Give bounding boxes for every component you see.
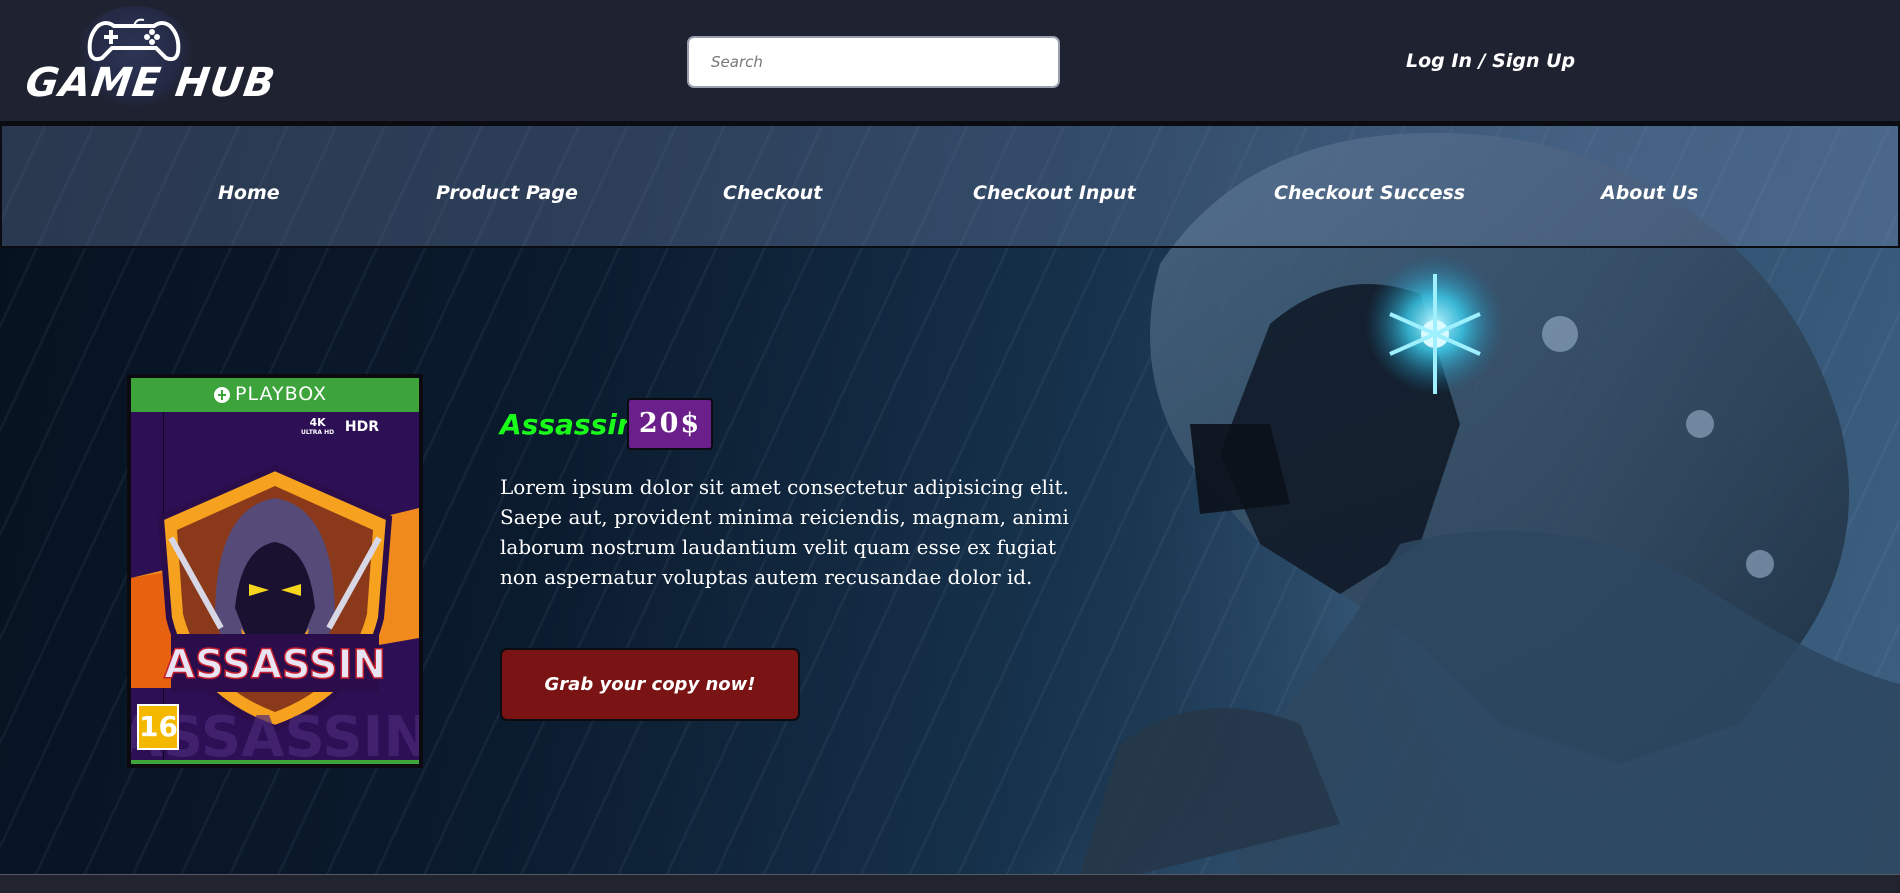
logo-text: GAME HUB bbox=[22, 60, 279, 106]
site-logo[interactable]: GAME HUB bbox=[23, 6, 279, 106]
cover-platform-name: PLAYBOX bbox=[235, 383, 328, 405]
cover-4k-badge: 4K ULTRA HD bbox=[301, 417, 335, 438]
site-header: GAME HUB Log In / Sign Up bbox=[0, 0, 1900, 124]
nav-item-home[interactable]: Home bbox=[218, 182, 280, 204]
price-badge: 20$ bbox=[627, 398, 713, 450]
age-rating-badge: 16 bbox=[137, 704, 179, 750]
nav-item-product-page[interactable]: Product Page bbox=[436, 182, 578, 204]
cover-4k-sub: ULTRA HD bbox=[301, 429, 335, 436]
cover-platform-bar: PLAYBOX bbox=[131, 378, 419, 412]
gamepad-icon bbox=[87, 18, 181, 62]
product-title: Assassin bbox=[500, 408, 637, 441]
playbox-logo-icon bbox=[214, 387, 230, 403]
login-signup-link[interactable]: Log In / Sign Up bbox=[1406, 50, 1575, 72]
product-description: Lorem ipsum dolor sit amet consectetur a… bbox=[500, 475, 1069, 589]
cover-art-title: ASSASSIN bbox=[164, 642, 386, 688]
grab-copy-button[interactable]: Grab your copy now! bbox=[500, 648, 800, 721]
cover-bottom-bar bbox=[131, 760, 419, 764]
nav-item-checkout[interactable]: Checkout bbox=[723, 182, 822, 204]
search-input[interactable] bbox=[687, 36, 1060, 88]
main-nav: Home Product Page Checkout Checkout Inpu… bbox=[0, 124, 1900, 248]
nav-item-checkout-input[interactable]: Checkout Input bbox=[973, 182, 1136, 204]
game-cover[interactable]: PLAYBOX 4K ULTRA HD HDR ASSASSIN ASSASSI… bbox=[127, 374, 423, 768]
page-bottom-bar bbox=[0, 874, 1900, 893]
nav-item-about-us[interactable]: About Us bbox=[1601, 182, 1698, 204]
cover-hdr-badge: HDR bbox=[344, 419, 379, 435]
nav-item-checkout-success[interactable]: Checkout Success bbox=[1274, 182, 1465, 204]
game-cover-art: PLAYBOX 4K ULTRA HD HDR ASSASSIN ASSASSI… bbox=[131, 378, 419, 764]
